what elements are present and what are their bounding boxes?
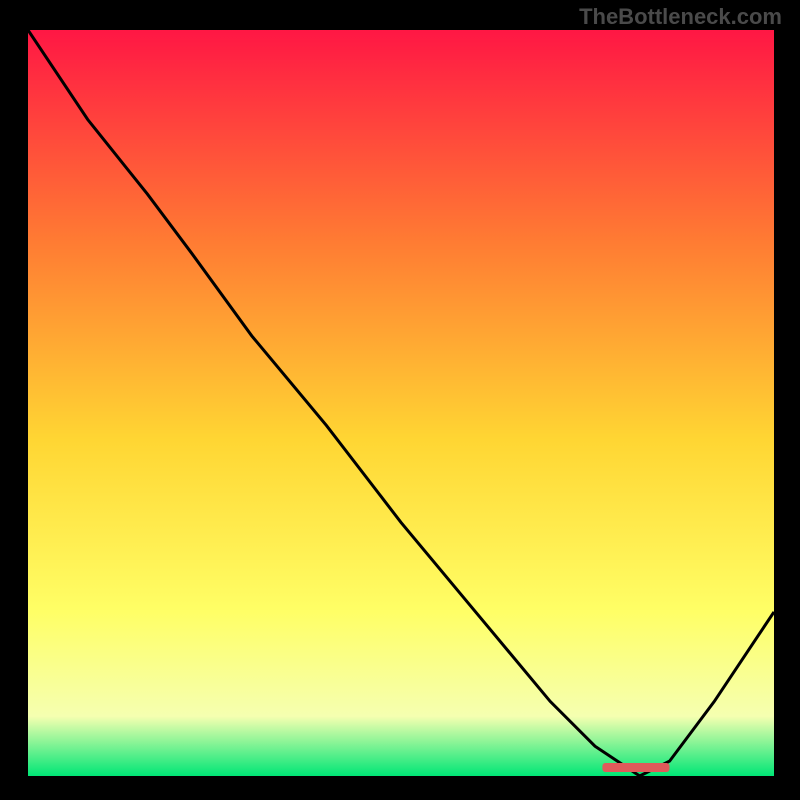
gradient-background (28, 30, 774, 776)
chart-container (28, 30, 774, 776)
bottleneck-chart (28, 30, 774, 776)
optimal-range-marker (602, 763, 669, 772)
watermark-text: TheBottleneck.com (579, 4, 782, 30)
